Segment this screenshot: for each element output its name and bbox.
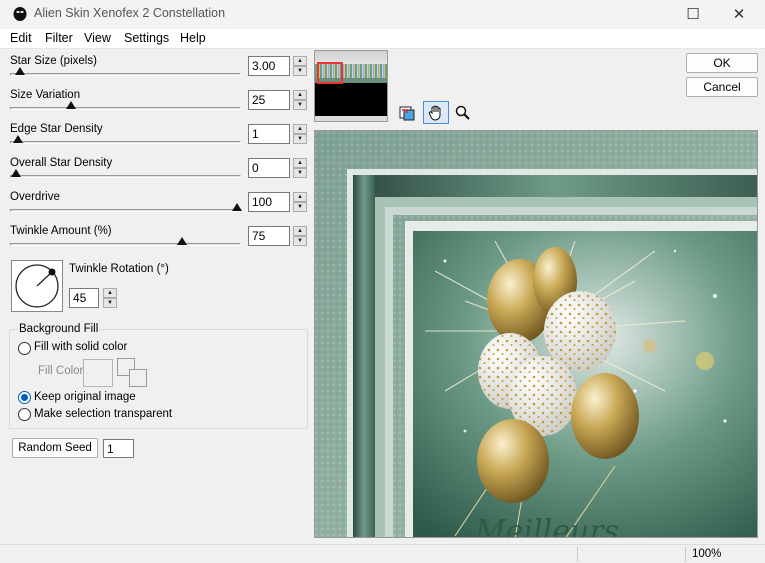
menu-bar: Edit Filter View Settings Help: [0, 29, 765, 49]
overall-star-density-label: Overall Star Density: [10, 157, 113, 169]
edge-star-density-spinner[interactable]: ▲ ▼: [293, 124, 307, 144]
cancel-button[interactable]: Cancel: [686, 77, 758, 97]
spin-down-icon[interactable]: ▼: [293, 100, 307, 110]
window-title: Alien Skin Xenofex 2 Constellation: [34, 6, 226, 20]
ok-button[interactable]: OK: [686, 53, 758, 73]
color-secondary-icon[interactable]: [129, 369, 147, 387]
fill-solid-color-label[interactable]: Fill with solid color: [34, 341, 127, 353]
preview-image: Meilleurs: [315, 131, 757, 538]
edge-star-density-slider[interactable]: [10, 135, 241, 144]
fill-color-label: Fill Color: [38, 365, 84, 377]
maximize-icon: ☐: [686, 6, 700, 23]
spin-down-icon[interactable]: ▼: [293, 168, 307, 178]
overdrive-input[interactable]: [248, 192, 290, 212]
overdrive-slider-thumb[interactable]: [232, 203, 242, 211]
status-separator: [685, 547, 686, 562]
magnifier-icon: [455, 105, 470, 120]
spin-up-icon[interactable]: ▲: [293, 56, 307, 66]
twinkle-amount-slider[interactable]: [10, 237, 241, 246]
spin-up-icon[interactable]: ▲: [293, 192, 307, 202]
twinkle-amount-label: Twinkle Amount (%): [10, 225, 112, 237]
status-bar: 100%: [0, 544, 765, 563]
spin-down-icon[interactable]: ▼: [293, 66, 307, 76]
menu-view[interactable]: View: [84, 31, 111, 45]
menu-settings[interactable]: Settings: [124, 31, 169, 45]
edge-star-density-input[interactable]: [248, 124, 290, 144]
alien-skin-app-icon: [13, 7, 27, 21]
overdrive-slider[interactable]: [10, 203, 242, 212]
spin-up-icon[interactable]: ▲: [293, 90, 307, 100]
size-variation-input[interactable]: [248, 90, 290, 110]
twinkle-amount-slider-thumb[interactable]: [176, 237, 187, 245]
star-size-input[interactable]: [248, 56, 290, 76]
spin-down-icon[interactable]: ▼: [293, 134, 307, 144]
twinkle-rotation-spinner[interactable]: ▲ ▼: [103, 288, 117, 308]
random-seed-button[interactable]: Random Seed: [12, 438, 98, 458]
menu-filter[interactable]: Filter: [45, 31, 73, 45]
status-separator: [577, 547, 578, 562]
edge-star-density-slider-thumb[interactable]: [13, 135, 24, 143]
preview-canvas[interactable]: Meilleurs: [314, 130, 758, 538]
size-variation-label: Size Variation: [10, 89, 81, 101]
twinkle-rotation-label: Twinkle Rotation (°): [69, 263, 169, 275]
size-variation-slider[interactable]: [10, 101, 241, 110]
rotation-dial-icon: [15, 264, 59, 308]
title-bar: Alien Skin Xenofex 2 Constellation ☐ ✕: [0, 0, 765, 28]
keep-original-label[interactable]: Keep original image: [34, 391, 136, 403]
preview-greeting-text: Meilleurs: [474, 514, 619, 538]
close-icon: ✕: [732, 6, 746, 23]
hand-tool-button[interactable]: [423, 101, 449, 124]
hand-icon: [428, 105, 441, 121]
fill-color-swatch[interactable]: [83, 359, 113, 387]
overall-star-density-spinner[interactable]: ▲ ▼: [293, 158, 307, 178]
star-size-slider[interactable]: [10, 67, 241, 76]
twinkle-rotation-dial[interactable]: [11, 260, 63, 312]
overdrive-spinner[interactable]: ▲ ▼: [293, 192, 307, 212]
edge-star-density-label: Edge Star Density: [10, 123, 103, 135]
overall-star-density-input[interactable]: [248, 158, 290, 178]
make-transparent-radio[interactable]: [18, 408, 31, 421]
keep-original-radio[interactable]: [18, 391, 31, 404]
spin-up-icon[interactable]: ▲: [293, 226, 307, 236]
star-size-spinner[interactable]: ▲ ▼: [293, 56, 307, 76]
zoom-level: 100%: [692, 548, 722, 560]
navigator-view-rect[interactable]: [317, 62, 343, 84]
twinkle-amount-input[interactable]: [248, 226, 290, 246]
random-seed-input[interactable]: [103, 439, 134, 458]
overall-star-density-slider[interactable]: [10, 169, 241, 178]
spin-down-icon[interactable]: ▼: [293, 202, 307, 212]
close-button[interactable]: ✕: [716, 0, 762, 28]
background-fill-title: Background Fill: [18, 323, 100, 335]
navigator-thumbnail[interactable]: [314, 50, 388, 122]
menu-edit[interactable]: Edit: [10, 31, 32, 45]
size-variation-slider-thumb[interactable]: [66, 101, 77, 109]
star-size-label: Star Size (pixels): [10, 55, 97, 67]
zoom-tool-button[interactable]: [452, 102, 474, 123]
star-size-slider-thumb[interactable]: [15, 67, 26, 75]
spin-up-icon[interactable]: ▲: [293, 124, 307, 134]
menu-help[interactable]: Help: [180, 31, 206, 45]
spin-down-icon[interactable]: ▼: [293, 236, 307, 246]
size-variation-spinner[interactable]: ▲ ▼: [293, 90, 307, 110]
spin-up-icon[interactable]: ▲: [103, 288, 117, 298]
overall-star-density-slider-thumb[interactable]: [11, 169, 21, 177]
spin-up-icon[interactable]: ▲: [293, 158, 307, 168]
twinkle-rotation-input[interactable]: [69, 288, 99, 308]
fill-solid-color-radio[interactable]: [18, 342, 31, 355]
twinkle-amount-spinner[interactable]: ▲ ▼: [293, 226, 307, 246]
make-transparent-label[interactable]: Make selection transparent: [34, 408, 172, 420]
compare-tool-button[interactable]: [396, 102, 418, 123]
compare-icon: [399, 106, 415, 120]
spin-down-icon[interactable]: ▼: [103, 298, 117, 308]
overdrive-label: Overdrive: [10, 191, 60, 203]
maximize-button[interactable]: ☐: [670, 0, 716, 28]
